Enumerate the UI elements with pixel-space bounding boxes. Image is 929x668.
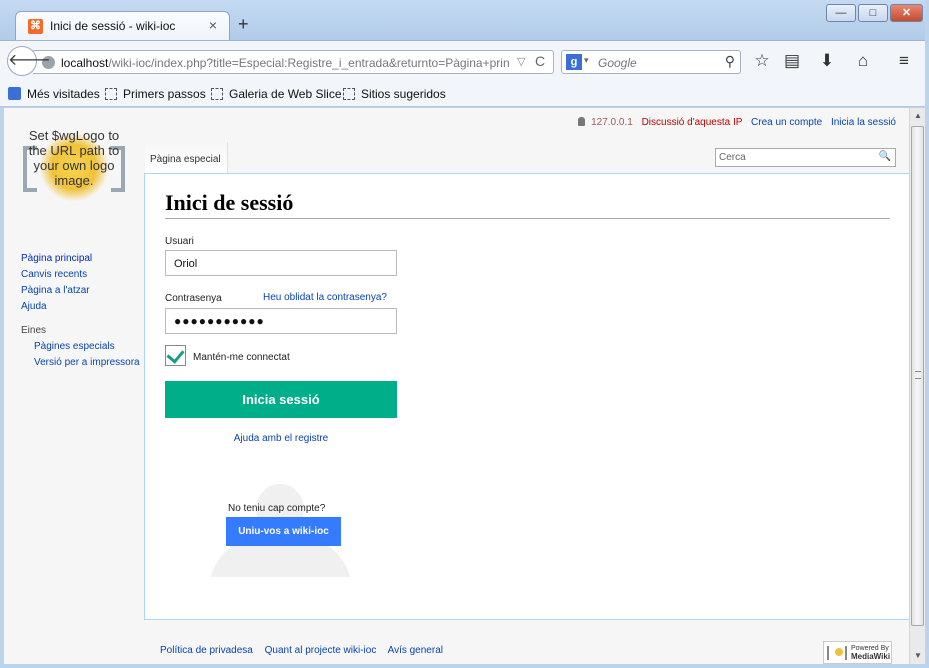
bookmarks-toolbar: Més visitades Primers passos Galeria de … <box>0 82 929 107</box>
login-link[interactable]: Inicia la sessió <box>831 117 896 128</box>
scroll-up-arrow-icon[interactable]: ▲ <box>910 108 926 124</box>
logo-text: Set $wgLogo to the URL path to your own … <box>28 128 120 188</box>
page-icon <box>105 88 117 100</box>
url-text[interactable]: localhost/wiki-ioc/index.php?title=Espec… <box>61 56 511 70</box>
join-cta: No teniu cap compte? Uniu-vos a wiki-ioc <box>209 482 352 577</box>
powered-by-text: Powered By MediaWiki <box>851 645 891 661</box>
reload-icon[interactable]: C <box>535 53 545 69</box>
username-input[interactable]: Oriol <box>165 250 397 276</box>
search-engine-dropdown-icon[interactable]: ▾ <box>584 55 589 66</box>
bookmark-item[interactable]: Més visitades <box>8 87 100 101</box>
close-window-button[interactable]: ✕ <box>890 4 923 22</box>
mediawiki-icon <box>827 646 847 660</box>
maximize-button[interactable]: □ <box>858 4 888 22</box>
no-account-text: No teniu cap compte? <box>228 503 326 514</box>
wiki-search-input[interactable]: Cerca 🔍 <box>715 148 896 167</box>
sidebar-item-special-pages[interactable]: Pàgines especials <box>21 341 146 353</box>
vertical-scrollbar[interactable]: ▲ ▼ <box>909 108 925 664</box>
sidebar-item-recent-changes[interactable]: Canvis recents <box>21 269 146 281</box>
password-input[interactable]: ●●●●●●●●●●● <box>165 308 397 334</box>
scroll-down-arrow-icon[interactable]: ▼ <box>910 648 926 664</box>
window-frame-bottom <box>0 664 929 668</box>
footer-about-link[interactable]: Quant al projecte wiki-ioc <box>265 645 377 656</box>
content-area: Inici de sessió Usuari Oriol Contrasenya… <box>144 173 909 620</box>
remember-me-checkbox[interactable] <box>165 345 186 366</box>
sidebar-tools-heading: Eines <box>21 325 47 336</box>
url-host: localhost <box>61 56 109 70</box>
tab-special-page[interactable]: Pàgina especial <box>145 142 228 174</box>
create-account-link[interactable]: Crea un compte <box>751 117 822 128</box>
navigation-toolbar: localhost/wiki-ioc/index.php?title=Espec… <box>0 40 929 82</box>
bookmark-item[interactable]: Sitios sugeridos <box>343 87 446 101</box>
menu-icon[interactable]: ≡ <box>893 51 915 71</box>
footer-links: Política de privadesa Quant al projecte … <box>160 645 452 656</box>
page-tabs: Pàgina especial Cerca 🔍 <box>144 142 909 174</box>
xampp-favicon-icon: ⌘ <box>28 19 43 34</box>
minimize-button[interactable]: — <box>826 4 856 22</box>
new-tab-button[interactable]: + <box>238 14 249 35</box>
url-path: /wiki-ioc/index.php?title=Especial:Regis… <box>108 56 510 70</box>
google-icon[interactable]: g <box>566 54 582 70</box>
url-bar[interactable]: localhost/wiki-ioc/index.php?title=Espec… <box>33 50 554 74</box>
url-history-dropdown-icon[interactable]: ▽ <box>517 55 525 68</box>
search-icon[interactable]: ⚲ <box>725 53 735 70</box>
footer-disclaimer-link[interactable]: Avís general <box>388 645 443 656</box>
search-icon[interactable]: 🔍 <box>879 151 891 162</box>
personal-tools: 127.0.0.1 Discussió d'aquesta IP Crea un… <box>572 117 896 128</box>
download-icon[interactable]: ⬇ <box>816 51 838 71</box>
login-button[interactable]: Inicia sessió <box>165 381 397 418</box>
help-register-link[interactable]: Ajuda amb el registre <box>145 433 417 444</box>
scroll-grip-icon <box>915 371 921 379</box>
back-button[interactable]: 🡐 <box>7 46 51 76</box>
page-viewport: Set $wgLogo to the URL path to your own … <box>4 108 909 664</box>
password-label: Contrasenya <box>165 293 222 304</box>
sidebar-item-printable-version[interactable]: Versió per a impressora <box>21 357 146 369</box>
page-title: Inici de sessió <box>165 190 890 219</box>
bookmark-star-icon[interactable]: ☆ <box>751 51 773 71</box>
sidebar: Pàgina principal Canvis recents Pàgina a… <box>21 253 146 373</box>
browser-search-bar[interactable]: g ▾ Google ⚲ <box>561 50 741 74</box>
bookmarks-folder-icon <box>8 87 21 100</box>
browser-search-placeholder: Google <box>598 56 637 70</box>
window-frame-right <box>925 0 929 668</box>
title-bar: ⌘ Inici de sessió - wiki-ioc × + — □ ✕ <box>0 0 929 41</box>
remember-me-label[interactable]: Mantén-me connectat <box>193 352 290 363</box>
close-tab-icon[interactable]: × <box>209 17 217 33</box>
bookmark-item[interactable]: Galeria de Web Slice <box>211 87 342 101</box>
bookmark-item[interactable]: Primers passos <box>105 87 206 101</box>
reading-list-icon[interactable]: ▤ <box>781 51 803 71</box>
forgot-password-link[interactable]: Heu oblidat la contrasenya? <box>263 292 387 303</box>
sidebar-item-help[interactable]: Ajuda <box>21 301 146 313</box>
site-logo[interactable]: Set $wgLogo to the URL path to your own … <box>19 128 129 213</box>
footer-privacy-link[interactable]: Política de privadesa <box>160 645 253 656</box>
tab-title: Inici de sessió - wiki-ioc <box>50 19 176 33</box>
powered-by-mediawiki-badge[interactable]: Powered By MediaWiki <box>823 641 892 664</box>
page-icon <box>211 88 223 100</box>
home-icon[interactable]: ⌂ <box>852 51 874 71</box>
scrollbar-thumb[interactable] <box>911 126 924 626</box>
sidebar-item-main-page[interactable]: Pàgina principal <box>21 253 146 265</box>
ip-talk-link[interactable]: Discussió d'aquesta IP <box>642 117 743 128</box>
sidebar-item-random-page[interactable]: Pàgina a l'atzar <box>21 285 146 297</box>
user-icon <box>578 117 586 126</box>
ip-address-link[interactable]: 127.0.0.1 <box>591 117 633 128</box>
wiki-search-placeholder: Cerca <box>719 152 746 163</box>
page-icon <box>343 88 355 100</box>
checkmark-icon <box>166 345 185 364</box>
username-label: Usuari <box>165 236 194 247</box>
join-wiki-button[interactable]: Uniu-vos a wiki-ioc <box>226 517 341 546</box>
browser-tab[interactable]: ⌘ Inici de sessió - wiki-ioc × <box>15 11 230 41</box>
